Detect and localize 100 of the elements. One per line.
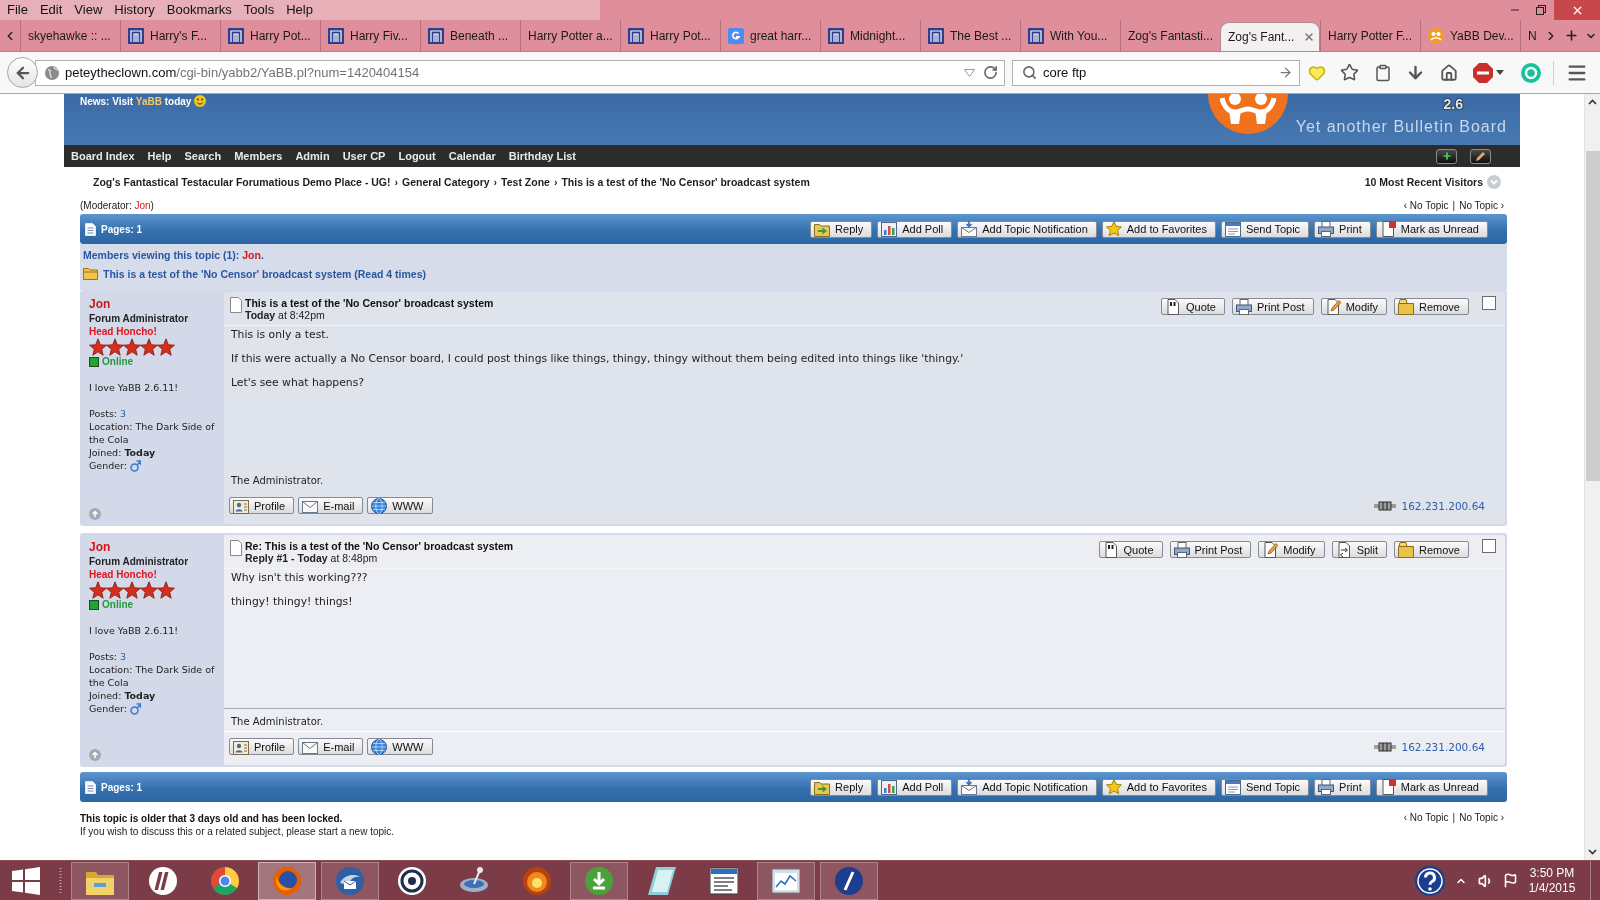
taskbar-app-button[interactable] xyxy=(71,861,130,900)
post-count-link[interactable]: 3 xyxy=(120,408,127,419)
browser-tab[interactable]: great harr... xyxy=(720,20,820,51)
viewer-link[interactable]: Jon xyxy=(242,249,261,261)
post-count-link[interactable]: 3 xyxy=(120,651,127,662)
print-button[interactable]: Print xyxy=(1314,220,1371,238)
add-poll-button[interactable]: Add Poll xyxy=(877,778,953,796)
post-text: Why isn't this working??? xyxy=(231,571,369,585)
menu-item[interactable]: Tools xyxy=(237,0,281,20)
favorites-button[interactable]: Add to Favorites xyxy=(1101,778,1216,796)
email-button[interactable]: E-mail xyxy=(298,738,364,755)
breadcrumb-link[interactable]: Zog's Fantastical Testacular Forumatious Demo Place - UG! xyxy=(93,175,391,188)
close-tab-icon[interactable] xyxy=(1303,31,1315,43)
menu-item[interactable]: Bookmarks xyxy=(160,0,238,20)
dropdown-caret-icon[interactable] xyxy=(964,68,975,77)
modify-button[interactable]: Modify xyxy=(1320,298,1388,315)
print-post-button[interactable]: Print Post xyxy=(1169,541,1252,558)
edit-button[interactable] xyxy=(1470,148,1491,164)
next-topic-link[interactable]: No Topic › xyxy=(1459,199,1504,211)
taskbar-app-button[interactable] xyxy=(570,861,629,900)
notification-button[interactable]: Add Topic Notification xyxy=(957,220,1097,238)
browser-tab[interactable]: YaBB Dev... xyxy=(1420,20,1520,51)
nav-link[interactable]: Members xyxy=(228,150,290,162)
ip-address[interactable]: 162.231.200.64 xyxy=(1401,499,1485,512)
menu-item[interactable]: Help xyxy=(280,0,319,20)
reply-button[interactable]: Reply xyxy=(810,220,873,238)
taskbar-app-button[interactable] xyxy=(757,861,816,900)
browser-tab[interactable]: Zog's Fant... xyxy=(1220,22,1320,51)
nav-link[interactable]: Birthday List xyxy=(502,150,584,162)
browser-tab[interactable]: Harry Potter a... xyxy=(520,20,620,51)
menu-item[interactable]: Edit xyxy=(33,0,69,20)
browser-tab[interactable]: Harry Fiv... xyxy=(320,20,420,51)
profile-button[interactable]: Profile xyxy=(229,738,295,755)
browser-tab[interactable]: Harry Pot... xyxy=(620,20,720,51)
browser-tab[interactable]: The Best ... xyxy=(920,20,1020,51)
nav-link[interactable]: Board Index xyxy=(65,150,142,162)
browser-tab[interactable]: Harry Potter F... xyxy=(1320,20,1420,51)
browser-tab[interactable]: Harry's F... xyxy=(120,20,220,51)
previous-topic-link[interactable]: ‹ No Topic xyxy=(1403,199,1449,211)
author-name[interactable]: Jon xyxy=(89,297,220,312)
quote-button[interactable]: Quote xyxy=(1160,298,1225,315)
post-checkbox[interactable] xyxy=(1482,539,1496,553)
recent-visitors-link[interactable]: 10 Most Recent Visitors xyxy=(1364,175,1483,188)
back-button[interactable] xyxy=(7,57,38,88)
search-field[interactable]: core ftp xyxy=(1012,59,1300,86)
profile-button[interactable]: Profile xyxy=(229,497,295,514)
nav-link[interactable]: Calendar xyxy=(442,150,503,162)
nav-link[interactable]: User CP xyxy=(336,150,393,162)
browser-tab[interactable]: With You... xyxy=(1020,20,1120,51)
browser-tab[interactable]: Harry Pot... xyxy=(220,20,320,51)
breadcrumb-link[interactable]: General Category xyxy=(402,175,490,188)
add-poll-button[interactable]: Add Poll xyxy=(877,220,953,238)
email-button[interactable]: E-mail xyxy=(298,497,364,514)
post-subject[interactable]: This is a test of the 'No Censor' broadcast system xyxy=(245,297,494,309)
previous-topic-link[interactable]: ‹ No Topic xyxy=(1403,812,1449,823)
favorites-button[interactable]: Add to Favorites xyxy=(1101,220,1216,238)
author-name[interactable]: Jon xyxy=(89,540,220,555)
viewers-text: Members viewing this topic (1): Jon. xyxy=(83,249,265,261)
expand-button[interactable] xyxy=(1436,148,1457,164)
post-checkbox[interactable] xyxy=(1482,296,1496,310)
browser-tab[interactable]: Beneath ... xyxy=(420,20,520,51)
post-subject[interactable]: Re: This is a test of the 'No Censor' broadcast system xyxy=(245,540,514,552)
taskbar-app-button[interactable] xyxy=(320,861,379,900)
browser-tab[interactable]: N xyxy=(1520,20,1542,51)
breadcrumb-link[interactable]: This is a test of the 'No Censor' broadcast system xyxy=(561,175,810,188)
website-button[interactable]: WWW xyxy=(367,497,433,514)
website-button[interactable]: WWW xyxy=(367,738,433,755)
scrollbar-thumb[interactable] xyxy=(1585,151,1600,481)
arrow-right-icon[interactable] xyxy=(1278,65,1293,80)
moderator-link[interactable]: Jon xyxy=(134,199,151,211)
menu-item[interactable]: View xyxy=(68,0,109,20)
quote-button[interactable]: Quote xyxy=(1098,541,1163,558)
scroll-up-icon[interactable] xyxy=(1588,99,1597,105)
menu-item[interactable]: File xyxy=(1,0,34,20)
send-topic-button[interactable]: Send Topic xyxy=(1220,778,1310,796)
ip-address[interactable]: 162.231.200.64 xyxy=(1401,740,1485,753)
mark-unread-button[interactable]: Mark as Unread xyxy=(1375,220,1488,238)
menu-item[interactable]: History xyxy=(108,0,161,20)
print-post-button[interactable]: Print Post xyxy=(1231,298,1314,315)
browser-tab[interactable]: skyehawke :: ... xyxy=(20,20,120,51)
nav-link[interactable]: Logout xyxy=(392,150,443,162)
remove-button[interactable]: Remove xyxy=(1394,298,1469,315)
reply-button[interactable]: Reply xyxy=(810,778,873,796)
notification-button[interactable]: Add Topic Notification xyxy=(957,778,1097,796)
scroll-down-icon[interactable] xyxy=(1588,849,1597,855)
split-button[interactable]: Split xyxy=(1331,541,1388,558)
next-topic-link[interactable]: No Topic › xyxy=(1459,812,1504,823)
browser-tab[interactable]: Midnight... xyxy=(820,20,920,51)
print-button[interactable]: Print xyxy=(1314,778,1371,796)
nav-link[interactable]: Help xyxy=(141,150,179,162)
send-topic-button[interactable]: Send Topic xyxy=(1220,220,1310,238)
taskbar-app-button[interactable] xyxy=(819,861,878,900)
reload-icon[interactable] xyxy=(983,65,998,80)
breadcrumb-link[interactable]: Test Zone xyxy=(501,175,550,188)
address-field[interactable]: peteytheclown.com/cgi-bin/yabb2/YaBB.pl?num=1420404154 xyxy=(35,59,1005,86)
nav-link[interactable]: Admin xyxy=(289,150,337,162)
modify-button[interactable]: Modify xyxy=(1258,541,1325,558)
nav-link[interactable]: Search xyxy=(178,150,229,162)
mark-unread-button[interactable]: Mark as Unread xyxy=(1375,778,1488,796)
remove-button[interactable]: Remove xyxy=(1394,541,1469,558)
